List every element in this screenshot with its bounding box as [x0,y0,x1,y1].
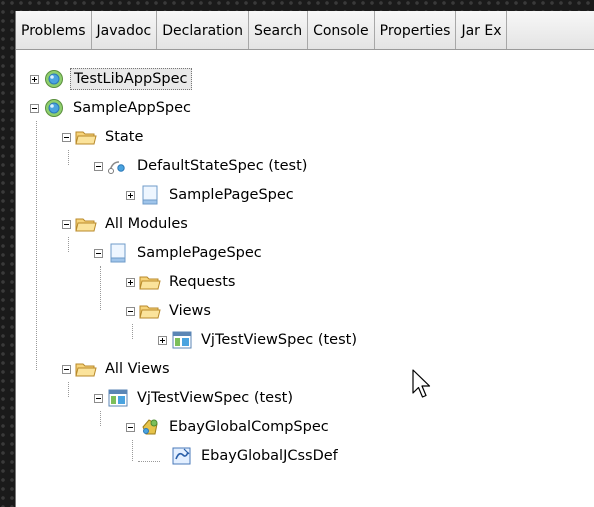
expand-toggle[interactable] [158,335,167,345]
tab-problems[interactable]: Problems [16,11,92,49]
collapse-toggle[interactable] [126,306,135,316]
collapse-toggle[interactable] [94,161,103,171]
tree-item-label: Views [169,303,211,319]
folder-icon [75,127,97,147]
tree-item-requests[interactable]: Requests [126,269,238,295]
page-icon [107,243,129,263]
tree-item-ebayglobalcompspec[interactable]: EbayGlobalCompSpec [126,414,332,440]
tree-item-label: SampleAppSpec [73,100,191,116]
tab-jar-explorer[interactable]: Jar Ex [456,11,508,49]
expand-toggle[interactable] [126,277,135,287]
tree-item-all-modules[interactable]: All Modules [62,211,191,237]
css-def-icon [171,446,193,466]
tree-item-sampleappspec[interactable]: SampleAppSpec [30,95,194,121]
tree-item-samplepagespec-state[interactable]: SamplePageSpec [126,182,297,208]
tree-item-label: VjTestViewSpec (test) [201,332,357,348]
tab-javadoc[interactable]: Javadoc [92,11,158,49]
state-icon [107,156,129,176]
collapse-toggle[interactable] [94,248,103,258]
view-icon [171,330,193,350]
component-icon [139,417,161,437]
tree-item-vjtestviewspec-module[interactable]: VjTestViewSpec (test) [158,327,360,353]
tree-item-label: TestLibAppSpec [70,68,192,90]
tree-item-testlibappspec[interactable]: TestLibAppSpec [30,66,192,92]
globe-icon [43,69,65,89]
collapse-toggle[interactable] [30,103,39,113]
tree-item-all-views[interactable]: All Views [62,356,173,382]
tree-item-views[interactable]: Views [126,298,214,324]
folder-icon [75,214,97,234]
tab-properties[interactable]: Properties [375,11,457,49]
tree-item-label: EbayGlobalJCssDef [201,448,338,464]
tree-item-vjtestviewspec[interactable]: VjTestViewSpec (test) [94,385,296,411]
collapse-toggle[interactable] [126,422,135,432]
tree-item-label: SamplePageSpec [169,187,294,203]
collapse-toggle[interactable] [62,219,71,229]
tree-item-state[interactable]: State [62,124,146,150]
tree-item-label: All Modules [105,216,188,232]
tab-bar: Problems Javadoc Declaration Search Cons… [16,11,594,50]
collapse-toggle[interactable] [62,132,71,142]
mouse-pointer-icon [412,369,432,405]
collapse-toggle[interactable] [62,364,71,374]
view-icon [107,388,129,408]
spec-tree: TestLibAppSpec SampleAppSpec State Defau… [16,50,594,507]
tree-item-label: Requests [169,274,236,290]
folder-icon [75,359,97,379]
collapse-toggle[interactable] [94,393,103,403]
folder-icon [139,272,161,292]
tree-item-label: All Views [105,361,170,377]
folder-icon [139,301,161,321]
tab-search[interactable]: Search [249,11,309,49]
tab-declaration[interactable]: Declaration [157,11,249,49]
tab-console[interactable]: Console [308,11,375,49]
page-icon [139,185,161,205]
expand-toggle[interactable] [126,190,135,200]
expand-toggle[interactable] [30,74,39,84]
tree-item-label: EbayGlobalCompSpec [169,419,329,435]
view-panel: Problems Javadoc Declaration Search Cons… [15,11,594,507]
tree-item-ebayglobaljcssdef[interactable]: EbayGlobalJCssDef [171,443,341,469]
tree-item-samplepagespec[interactable]: SamplePageSpec [94,240,265,266]
tree-item-defaultstatespec[interactable]: DefaultStateSpec (test) [94,153,310,179]
tree-item-label: DefaultStateSpec (test) [137,158,308,174]
globe-icon [43,98,65,118]
tree-item-label: VjTestViewSpec (test) [137,390,293,406]
tree-item-label: SamplePageSpec [137,245,262,261]
tree-item-label: State [105,129,144,145]
